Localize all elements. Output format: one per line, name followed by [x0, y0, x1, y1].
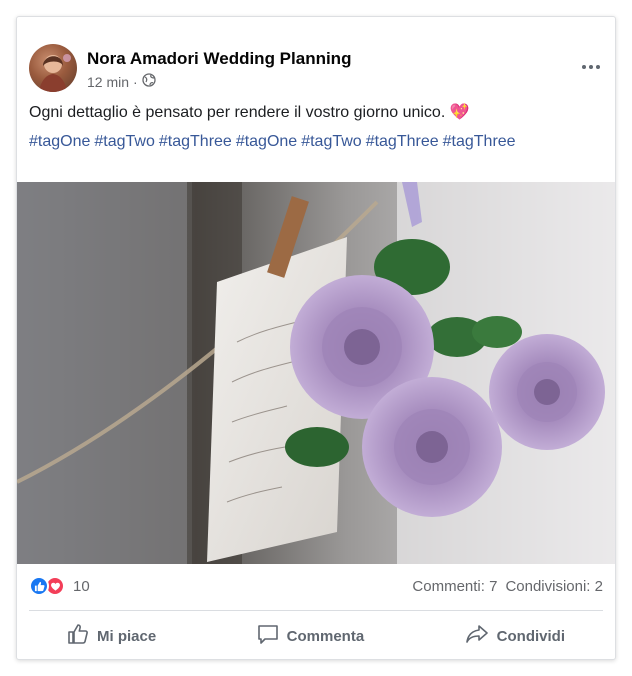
- action-bar: Mi piace Commenta Condividi: [29, 617, 603, 655]
- comment-button[interactable]: Commenta: [219, 617, 403, 655]
- share-label: Condividi: [496, 627, 565, 645]
- globe-icon: [142, 73, 156, 90]
- hashtag-link[interactable]: #tagOne: [29, 133, 90, 150]
- thumbs-up-icon: [67, 623, 89, 649]
- reaction-summary[interactable]: 10: [29, 576, 90, 596]
- comment-label: Commenta: [286, 627, 365, 645]
- divider: [29, 610, 603, 611]
- hashtag-link[interactable]: #tagTwo: [94, 133, 154, 150]
- share-button[interactable]: Condividi: [427, 617, 603, 655]
- more-options-icon[interactable]: [579, 59, 603, 75]
- hashtag-link[interactable]: #tagThree: [159, 133, 232, 150]
- reaction-count: 10: [73, 577, 90, 595]
- engagement-counts: Commenti: 7 Condivisioni: 2: [412, 578, 603, 595]
- reactions-row: 10 Commenti: 7 Condivisioni: 2: [29, 574, 603, 598]
- post-photo[interactable]: [17, 182, 615, 564]
- author-name[interactable]: Nora Amadori Wedding Planning: [87, 49, 351, 69]
- hashtag-link[interactable]: #tagThree: [443, 133, 516, 150]
- like-button[interactable]: Mi piace: [29, 617, 194, 655]
- meta-separator: ·: [133, 73, 138, 90]
- hashtag-link[interactable]: #tagTwo: [301, 133, 361, 150]
- like-reaction-icon: [29, 576, 49, 596]
- hashtag-link[interactable]: #tagThree: [366, 133, 439, 150]
- comment-icon: [257, 623, 279, 649]
- post-text: Ogni dettaglio è pensato per rendere il …: [29, 104, 470, 121]
- hashtag-list: #tagOne #tagTwo #tagThree #tagOne #tagTwo #ta…: [29, 132, 604, 152]
- shares-count[interactable]: Condivisioni: 2: [505, 578, 603, 595]
- post-meta: 12 min ·: [87, 73, 156, 90]
- avatar[interactable]: [29, 44, 77, 92]
- like-label: Mi piace: [97, 627, 157, 645]
- post-card: Nora Amadori Wedding Planning 12 min · O…: [16, 16, 616, 660]
- post-time[interactable]: 12 min: [87, 74, 129, 90]
- share-icon: [465, 623, 489, 649]
- comments-count[interactable]: Commenti: 7: [412, 578, 497, 595]
- hashtag-link[interactable]: #tagOne: [236, 133, 297, 150]
- post-header: Nora Amadori Wedding Planning 12 min ·: [17, 17, 615, 107]
